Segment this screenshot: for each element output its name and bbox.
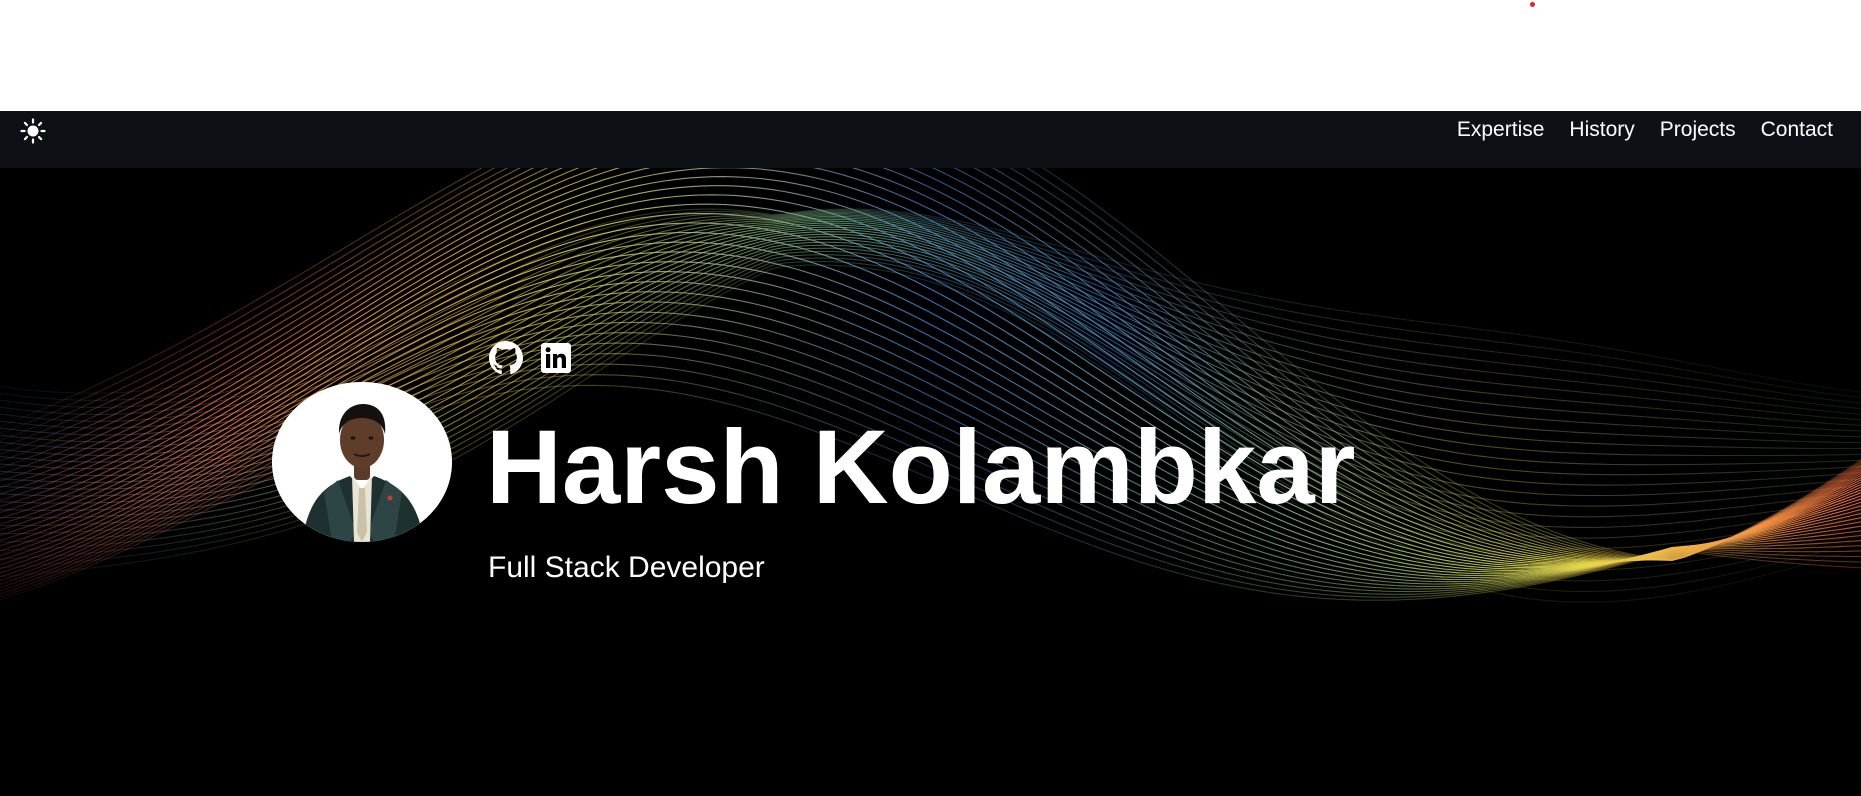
hero-name: Harsh Kolambkar [486, 409, 1356, 526]
linkedin-icon [541, 343, 571, 373]
profile-photo [272, 382, 452, 542]
linkedin-link[interactable] [538, 340, 574, 376]
theme-toggle-button[interactable] [18, 116, 48, 146]
github-link[interactable] [488, 340, 524, 376]
nav-link-contact[interactable]: Contact [1761, 118, 1833, 142]
nav-link-expertise[interactable]: Expertise [1457, 118, 1545, 142]
nav-link-history[interactable]: History [1569, 118, 1634, 142]
sun-icon [20, 118, 46, 144]
top-blank-area [0, 0, 1861, 111]
profile-avatar [272, 382, 452, 542]
nav-links: Expertise History Projects Contact [1457, 116, 1833, 144]
hero-subtitle: Full Stack Developer [488, 551, 765, 584]
github-icon [489, 341, 523, 375]
indicator-dot [1530, 2, 1535, 7]
nav-link-projects[interactable]: Projects [1660, 118, 1736, 142]
